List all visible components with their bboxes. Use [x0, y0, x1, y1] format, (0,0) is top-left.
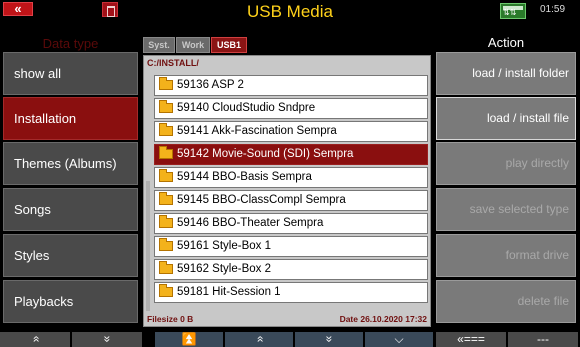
delete-file-button[interactable]: delete file [436, 280, 576, 323]
scrollbar[interactable] [146, 181, 150, 311]
folder-icon [159, 238, 173, 251]
scroll-up-button[interactable]: » [225, 332, 293, 347]
chevron-down-icon: ⌵ [394, 332, 404, 346]
data-type-installation[interactable]: Installation [3, 97, 138, 140]
file-browser: C:/INSTALL/ 59136 ASP 2 59140 CloudStudi… [143, 55, 431, 327]
list-item[interactable]: 59144 BBO-Basis Sempra [154, 167, 428, 188]
double-chevron-up-icon: » [28, 335, 42, 343]
file-name: 59145 BBO-ClassCompl Sempra [177, 194, 346, 206]
data-type-playbacks[interactable]: Playbacks [3, 280, 138, 323]
file-name: 59162 Style-Box 2 [177, 263, 271, 275]
folder-icon [159, 123, 173, 136]
date-label: Date 26.10.2020 17:32 [339, 314, 427, 324]
filesize-label: Filesize 0 B [147, 314, 194, 324]
data-type-songs[interactable]: Songs [3, 188, 138, 231]
action-header: Action [487, 35, 525, 50]
file-list: 59136 ASP 2 59140 CloudStudio Sndpre 591… [154, 75, 428, 305]
data-type-styles[interactable]: Styles [3, 234, 138, 277]
file-name: 59141 Akk-Fascination Sempra [177, 125, 337, 137]
load-install-file-button[interactable]: load / install file [436, 97, 576, 140]
data-type-show-all[interactable]: show all [3, 52, 138, 95]
folder-icon [159, 215, 173, 228]
page-title: USB Media [247, 2, 333, 21]
back-nav-button[interactable]: «=== [436, 332, 506, 347]
bottom-nav-bar: » » ⏫ » » ⌵ «=== --- [0, 332, 580, 347]
current-path: C:/INSTALL/ [147, 58, 199, 68]
folder-icon [159, 192, 173, 205]
file-name: 59144 BBO-Basis Sempra [177, 171, 312, 183]
clock: 01:59 [540, 4, 566, 15]
page-up-button[interactable]: » [0, 332, 70, 347]
folder-open-icon [159, 146, 173, 159]
file-name: 59181 Hit-Session 1 [177, 286, 281, 298]
scroll-top-icon: ⏫ [181, 332, 197, 346]
play-directly-button[interactable]: play directly [436, 142, 576, 185]
folder-icon [159, 169, 173, 182]
folder-icon [159, 261, 173, 274]
status-bar: Filesize 0 B Date 26.10.2020 17:32 [147, 314, 427, 324]
memory-icon [500, 3, 526, 19]
folder-icon [159, 284, 173, 297]
scroll-bottom-button[interactable]: ⌵ [365, 332, 433, 347]
file-name: 59161 Style-Box 1 [177, 240, 271, 252]
save-selected-type-button[interactable]: save selected type [436, 188, 576, 231]
tab-usb1[interactable]: USB1 [211, 37, 247, 53]
tab-work[interactable]: Work [176, 37, 210, 53]
list-item[interactable]: 59146 BBO-Theater Sempra [154, 213, 428, 234]
file-name: 59136 ASP 2 [177, 79, 244, 91]
load-install-folder-button[interactable]: load / install folder [436, 52, 576, 95]
list-item[interactable]: 59145 BBO-ClassCompl Sempra [154, 190, 428, 211]
list-item[interactable]: 59140 CloudStudio Sndpre [154, 98, 428, 119]
double-chevron-up-icon: » [252, 335, 266, 343]
folder-icon [159, 77, 173, 90]
double-chevron-down-icon: » [322, 335, 336, 343]
data-type-header: Data type [42, 36, 99, 51]
list-item[interactable]: 59161 Style-Box 1 [154, 236, 428, 257]
file-name: 59146 BBO-Theater Sempra [177, 217, 324, 229]
title-bar: « USB Media 01:59 [0, 0, 580, 31]
scroll-top-button[interactable]: ⏫ [155, 332, 223, 347]
list-item[interactable]: 59181 Hit-Session 1 [154, 282, 428, 303]
format-drive-button[interactable]: format drive [436, 234, 576, 277]
tab-syst[interactable]: Syst. [143, 37, 175, 53]
data-type-themes[interactable]: Themes (Albums) [3, 142, 138, 185]
blank-button[interactable]: --- [508, 332, 578, 347]
list-item[interactable]: 59136 ASP 2 [154, 75, 428, 96]
page-down-button[interactable]: » [72, 332, 142, 347]
file-name: 59140 CloudStudio Sndpre [177, 102, 316, 114]
back-arrow-icon: «=== [457, 332, 485, 346]
double-chevron-down-icon: » [100, 335, 114, 343]
blank-label: --- [537, 332, 549, 346]
back-button[interactable]: « [3, 2, 33, 16]
trash-icon[interactable] [102, 2, 118, 17]
list-item-selected[interactable]: 59142 Movie-Sound (SDI) Sempra [154, 144, 428, 165]
folder-icon [159, 100, 173, 113]
list-item[interactable]: 59162 Style-Box 2 [154, 259, 428, 280]
scroll-down-button[interactable]: » [295, 332, 363, 347]
file-name: 59142 Movie-Sound (SDI) Sempra [177, 148, 354, 160]
list-item[interactable]: 59141 Akk-Fascination Sempra [154, 121, 428, 142]
